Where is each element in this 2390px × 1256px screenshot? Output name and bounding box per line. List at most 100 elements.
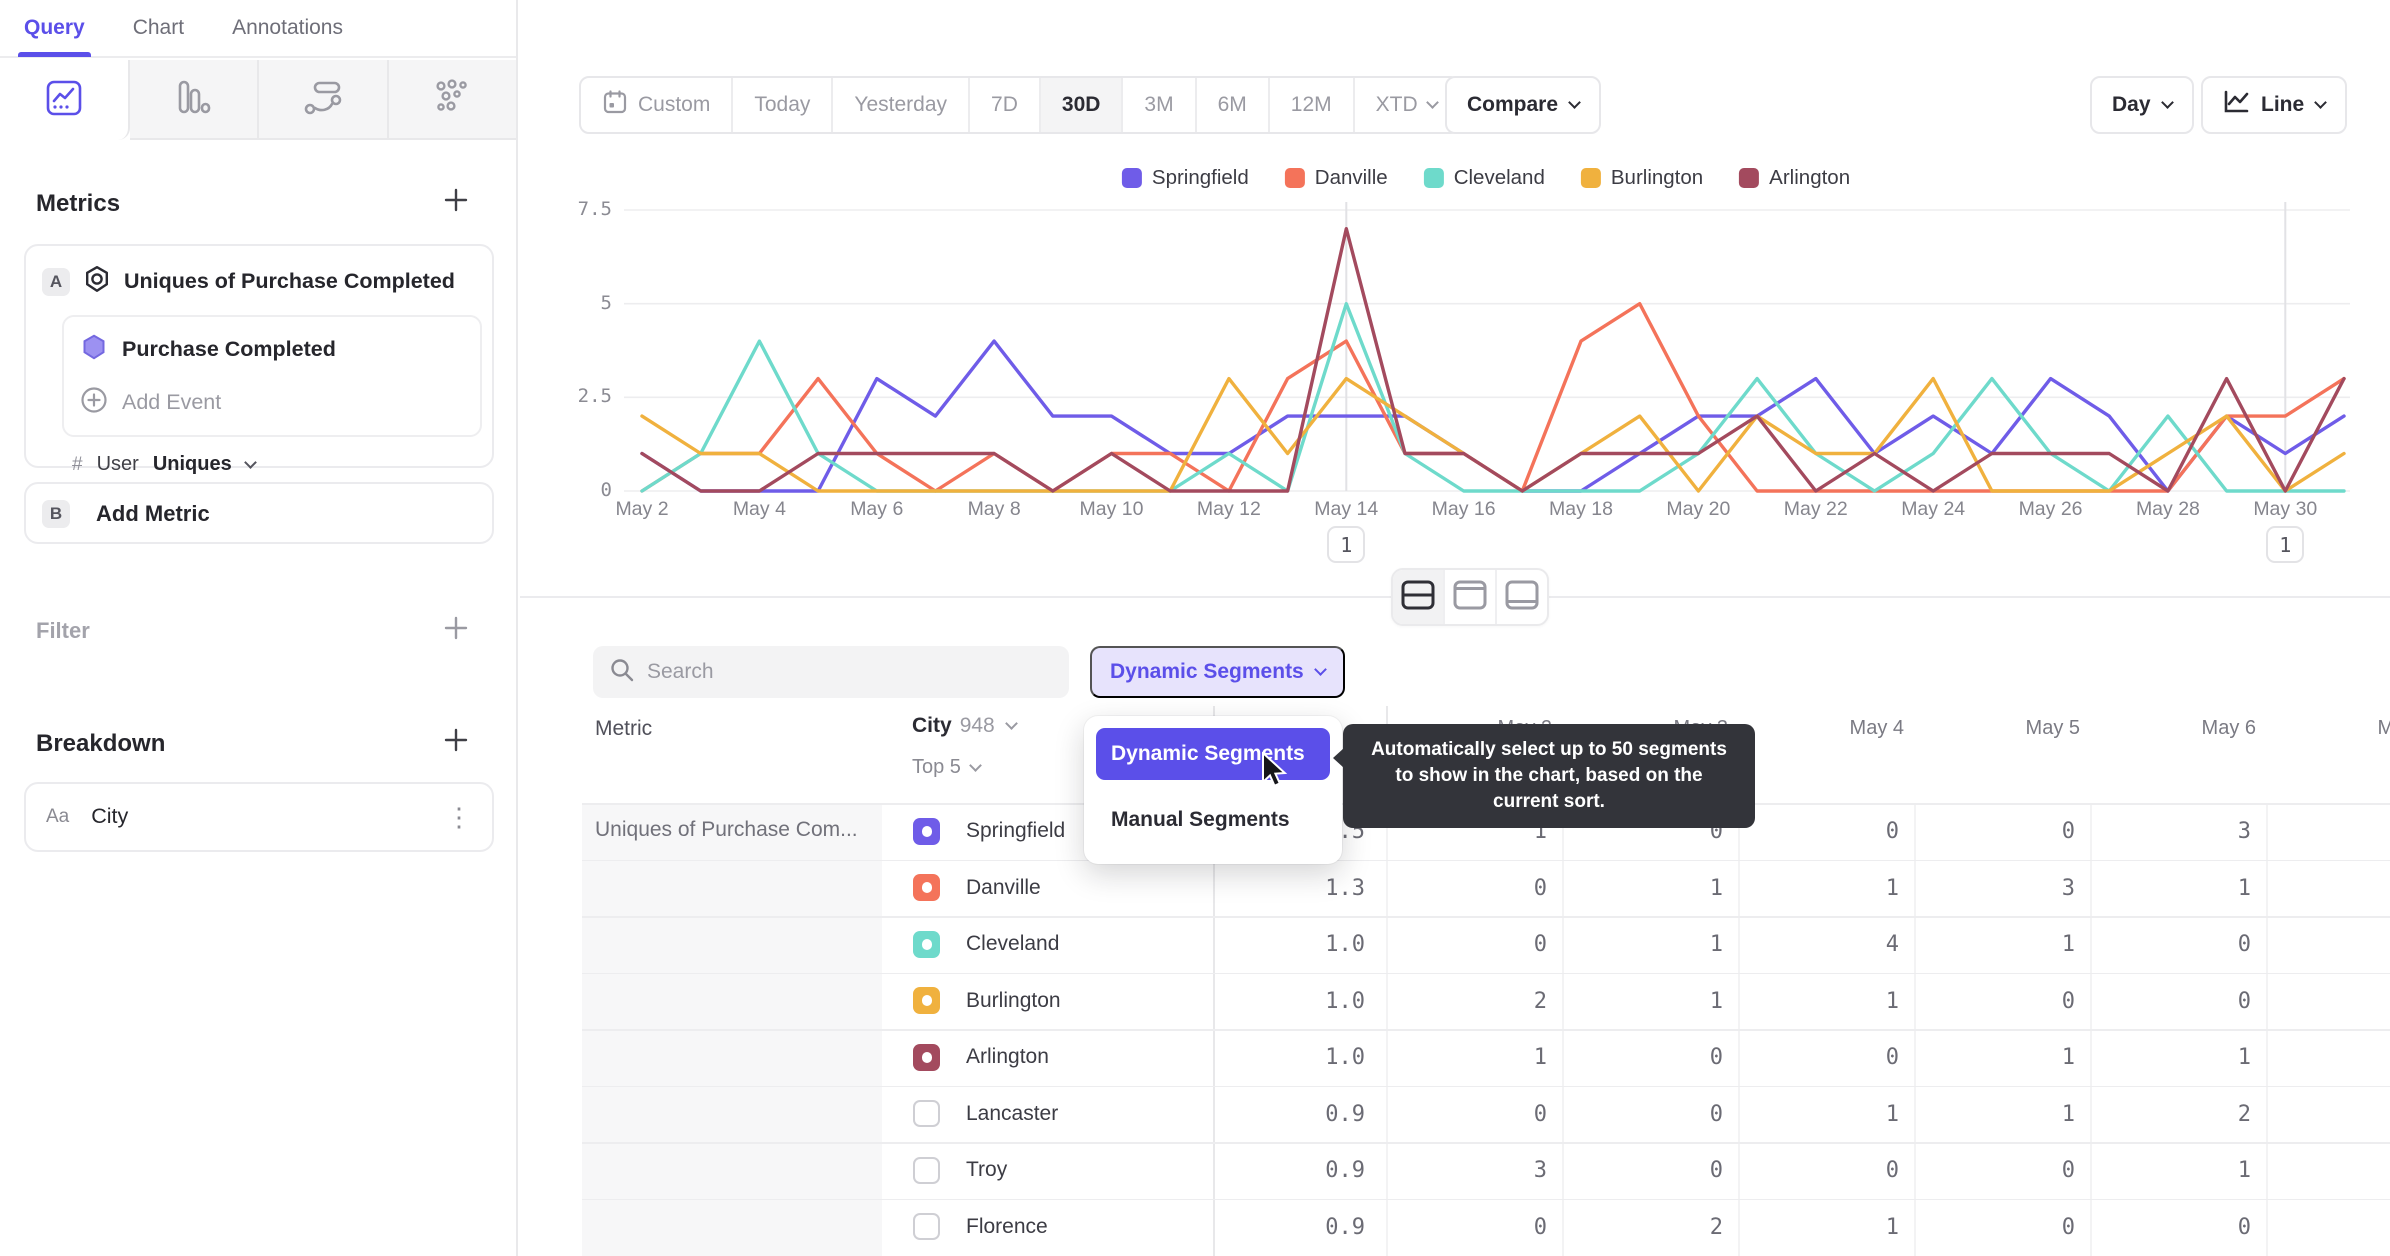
unchecked-checkbox[interactable] xyxy=(913,1100,940,1128)
checked-checkbox[interactable] xyxy=(913,987,940,1015)
nav-tab-chart[interactable]: Chart xyxy=(133,0,184,57)
chart-type-tab-bar-chart[interactable] xyxy=(129,60,259,140)
top-n-label: Top 5 xyxy=(912,756,961,778)
line-chart-icon xyxy=(2223,90,2249,120)
checked-checkbox[interactable] xyxy=(913,1043,940,1071)
x-axis-tick: May 26 xyxy=(2018,498,2083,520)
granularity-button[interactable]: Day xyxy=(2090,76,2194,134)
event-row[interactable]: Purchase Completed xyxy=(64,323,480,376)
range-today[interactable]: Today xyxy=(733,78,834,132)
unchecked-checkbox[interactable] xyxy=(913,1213,940,1241)
value-cell: 1 xyxy=(1885,875,1899,901)
view-layout-toggle xyxy=(1391,568,1549,626)
sidebar-nav-tabs: Query Chart Annotations xyxy=(0,0,516,58)
range-3m[interactable]: 3M xyxy=(1123,78,1197,132)
range-custom[interactable]: Custom xyxy=(581,78,734,132)
avg-value-cell: 0.9 xyxy=(1325,1101,1365,1127)
value-cell: 1 xyxy=(2237,1158,2251,1183)
segment-mode-label: Dynamic Segments xyxy=(1110,660,1304,683)
chevron-down-icon xyxy=(243,455,257,469)
row-divider xyxy=(582,1085,2390,1087)
metric-a-header[interactable]: A Uniques of Purchase Completed xyxy=(26,246,492,305)
annotation-badge[interactable]: 1 xyxy=(1327,526,1366,563)
search-input[interactable] xyxy=(647,660,1053,684)
table-bottom-view-icon xyxy=(1505,580,1539,615)
x-axis-tick: May 4 xyxy=(732,498,786,520)
range-label: 3M xyxy=(1144,93,1174,116)
table-row-danville[interactable]: Danville xyxy=(913,874,1041,902)
measure-selector[interactable]: # User Uniques xyxy=(26,437,492,476)
segments-tooltip: Automatically select up to 50 segments t… xyxy=(1333,724,1755,828)
nav-tab-annotations[interactable]: Annotations xyxy=(232,0,343,57)
segment-search[interactable] xyxy=(593,646,1069,698)
metric-a-name: Uniques of Purchase Completed xyxy=(124,269,455,293)
table-metric-name: Uniques of Purchase Com... xyxy=(595,818,858,841)
hexagon-metric-icon xyxy=(82,264,112,299)
add-breakdown-plus-icon[interactable] xyxy=(440,724,472,756)
breakdown-city-card[interactable]: Aa City ⋮ xyxy=(24,782,494,852)
view-toggle-chart-top-view[interactable] xyxy=(1445,570,1497,624)
chart-type-tab-line-chart[interactable] xyxy=(0,60,130,140)
value-cell: 1 xyxy=(1533,1045,1547,1070)
chart-type-tab-flow-chart[interactable] xyxy=(259,60,389,140)
x-axis-tick: May 10 xyxy=(1079,498,1144,520)
value-cell: 3 xyxy=(2061,875,2075,901)
dropdown-item-dynamic-segments[interactable]: Dynamic Segments xyxy=(1096,728,1330,780)
table-row-florence[interactable]: Florence xyxy=(913,1213,1048,1241)
checkbox-dot xyxy=(921,825,932,837)
view-toggle-split-view[interactable] xyxy=(1393,570,1445,624)
table-row-burlington[interactable]: Burlington xyxy=(913,987,1061,1015)
plus-circle-icon xyxy=(80,386,108,419)
segment-city-name: Arlington xyxy=(966,1045,1049,1069)
y-axis-tick: 2.5 xyxy=(577,385,612,408)
date-range-selector: Custom Today Yesterday 7D 30D 3M 6M 12M XTD xyxy=(579,76,1460,134)
range-30d[interactable]: 30D xyxy=(1040,78,1124,132)
nav-tab-query[interactable]: Query xyxy=(18,0,91,57)
table-row-springfield[interactable]: Springfield xyxy=(913,817,1065,845)
checked-checkbox[interactable] xyxy=(913,817,940,845)
line-chart[interactable]: 0 2.5 5 7.5 May 2 May 4 May 6 May 8 May 10 May 12… xyxy=(520,140,2390,580)
top-n-selector[interactable]: Top 5 xyxy=(912,756,982,779)
add-metric-plus-icon[interactable] xyxy=(440,184,472,216)
segment-mode-dropdown: Dynamic Segments Manual Segments xyxy=(1084,716,1342,864)
value-cell: 1 xyxy=(1709,932,1723,957)
metric-card-a[interactable]: A Uniques of Purchase Completed Purchase… xyxy=(24,244,494,475)
segment-city-name: Cleveland xyxy=(966,932,1060,956)
range-6m[interactable]: 6M xyxy=(1197,78,1270,132)
value-cell: 0 xyxy=(1709,1158,1723,1183)
table-row-arlington[interactable]: Arlington xyxy=(913,1043,1049,1071)
metric-card-b[interactable]: B Add Metric xyxy=(24,482,494,544)
chart-type-tab-scatter-chart[interactable] xyxy=(388,60,516,140)
checked-checkbox[interactable] xyxy=(913,874,940,902)
calendar-icon xyxy=(602,89,628,121)
checked-checkbox[interactable] xyxy=(913,930,940,958)
segment-mode-button[interactable]: Dynamic Segments xyxy=(1090,646,1345,698)
dropdown-item-manual-segments[interactable]: Manual Segments xyxy=(1096,794,1330,846)
annotation-badge[interactable]: 1 xyxy=(2266,526,2305,563)
range-12m[interactable]: 12M xyxy=(1270,78,1355,132)
metrics-section-title: Metrics xyxy=(36,190,121,217)
kebab-menu-icon[interactable]: ⋮ xyxy=(446,804,472,830)
range-xtd[interactable]: XTD xyxy=(1355,78,1458,132)
add-event-row[interactable]: Add Event xyxy=(64,376,480,429)
range-7d[interactable]: 7D xyxy=(970,78,1041,132)
chart-style-button[interactable]: Line xyxy=(2201,76,2348,134)
chart-style-label: Line xyxy=(2261,93,2305,116)
unchecked-checkbox[interactable] xyxy=(913,1156,940,1184)
x-axis-tick: May 8 xyxy=(967,498,1021,520)
avg-value-cell: 1.0 xyxy=(1325,988,1365,1014)
breakdown-section-title: Breakdown xyxy=(36,730,166,757)
range-label: Yesterday xyxy=(854,93,948,116)
table-row-cleveland[interactable]: Cleveland xyxy=(913,930,1060,958)
table-row-lancaster[interactable]: Lancaster xyxy=(913,1100,1058,1128)
compare-button[interactable]: Compare xyxy=(1445,76,1602,134)
x-axis-tick: May 14 xyxy=(1314,498,1379,520)
value-cell: 1 xyxy=(2061,932,2075,957)
table-row-troy[interactable]: Troy xyxy=(913,1156,1007,1184)
city-column-header[interactable]: City 948 xyxy=(912,714,1018,738)
mouse-cursor xyxy=(1260,750,1294,797)
view-toggle-table-bottom-view[interactable] xyxy=(1497,570,1547,624)
add-filter-plus-icon[interactable] xyxy=(440,612,472,644)
y-axis-tick: 5 xyxy=(600,291,612,314)
range-yesterday[interactable]: Yesterday xyxy=(833,78,971,132)
